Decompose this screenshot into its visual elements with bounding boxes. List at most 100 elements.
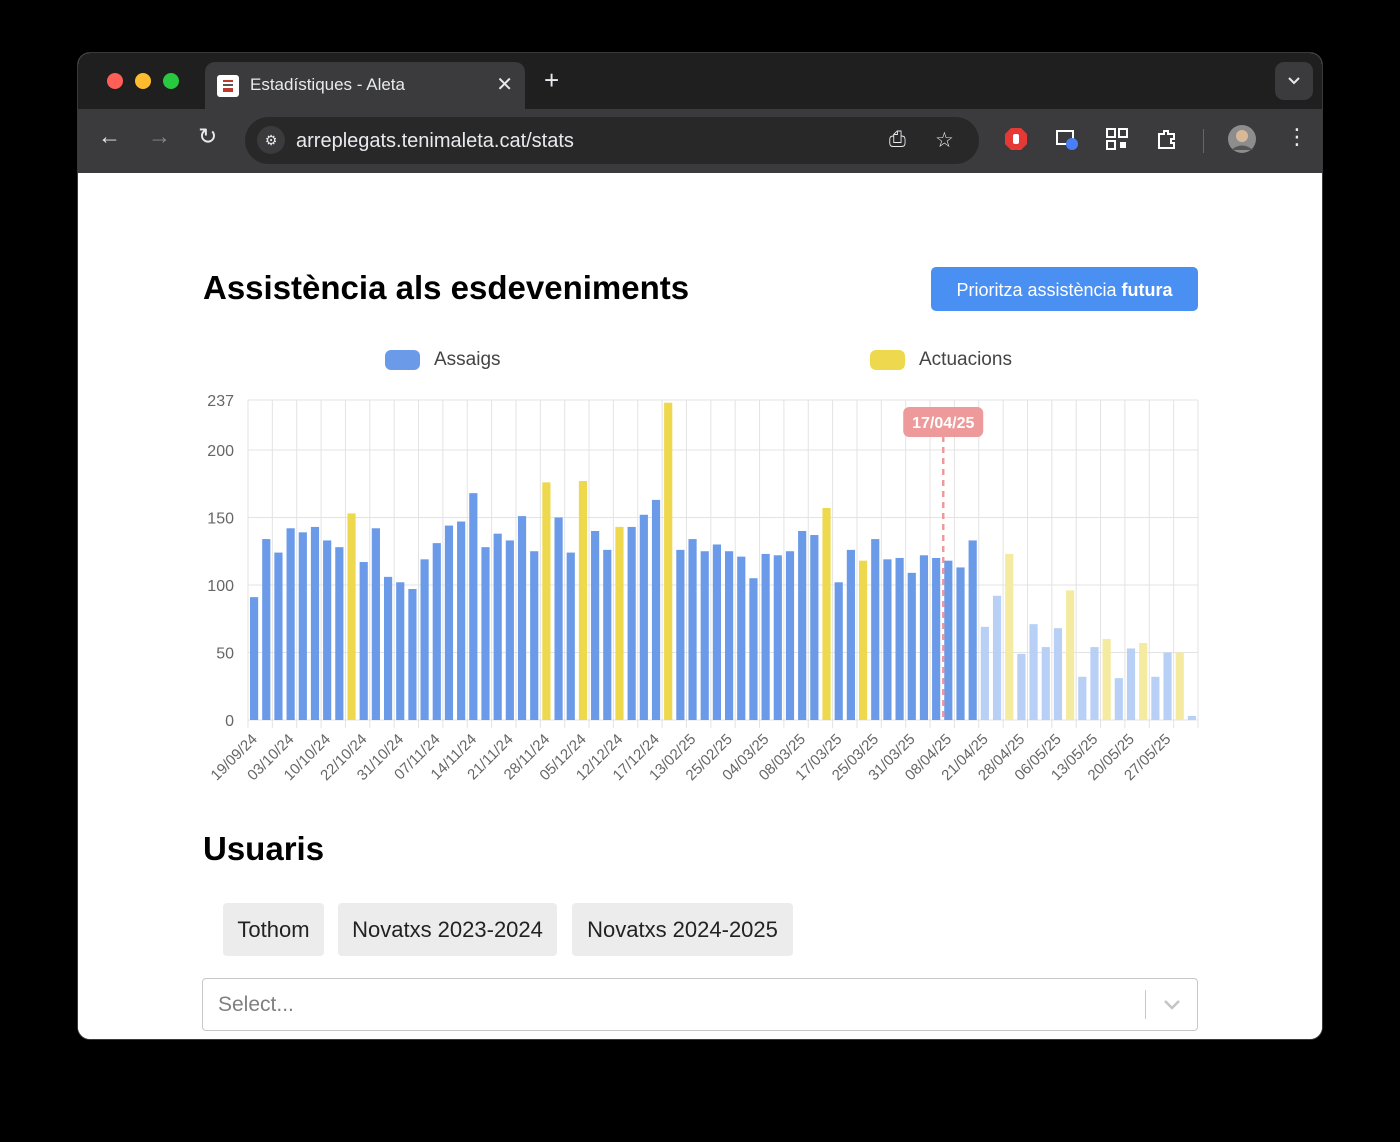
bar-assaig: [956, 567, 965, 720]
bar-assaig: [591, 530, 600, 720]
extensions-puzzle-icon[interactable]: [1155, 127, 1179, 151]
menu-kebab-icon[interactable]: ⋮: [1286, 124, 1308, 150]
bar-assaig: [457, 521, 466, 720]
filter-tothom-button[interactable]: Tothom: [223, 903, 324, 956]
minimize-window-button[interactable]: [135, 73, 151, 89]
bar-assaig: [1126, 648, 1136, 720]
bar-assaig: [335, 547, 344, 720]
filter-novatxs-2024-2025-button[interactable]: Novatxs 2024-2025: [572, 903, 793, 956]
bar-assaig: [1078, 676, 1087, 720]
bar-actuacio: [858, 560, 868, 720]
bar-assaig: [907, 572, 916, 720]
bar-assaig: [310, 526, 320, 720]
user-select[interactable]: Select...: [202, 978, 1198, 1031]
bar-actuacio: [578, 481, 588, 720]
y-tick-label: 50: [216, 645, 234, 662]
y-tick-label: 237: [207, 393, 234, 410]
bar-assaig: [676, 549, 685, 720]
url-text: arreplegats.tenimaleta.cat/stats: [296, 130, 574, 152]
bar-actuacio: [1102, 638, 1111, 720]
chevron-down-icon[interactable]: [1161, 993, 1183, 1015]
site-settings-icon[interactable]: ⚙: [257, 126, 285, 154]
bar-assaig: [1029, 624, 1038, 720]
bar-assaig: [932, 557, 941, 720]
bar-assaig: [919, 555, 929, 720]
bar-actuacio: [822, 508, 831, 720]
bar-assaig: [481, 547, 490, 720]
install-app-icon[interactable]: ⎙: [889, 128, 906, 152]
select-placeholder: Select...: [218, 993, 294, 1016]
bar-assaig: [371, 528, 380, 720]
bar-assaig: [432, 543, 441, 720]
bar-actuacio: [1005, 553, 1014, 720]
bar-assaig: [444, 525, 454, 720]
chevron-down-icon: [1288, 77, 1300, 85]
back-icon[interactable]: ←: [98, 123, 121, 150]
legend-item-assaigs[interactable]: Assaigs: [385, 349, 501, 371]
bar-actuacio: [1066, 590, 1075, 720]
close-tab-icon[interactable]: ✕: [496, 72, 513, 97]
maximize-window-button[interactable]: [163, 73, 179, 89]
bar-assaig: [798, 530, 807, 720]
attendance-chart: 05010015020023719/09/2403/10/2410/10/242…: [207, 393, 1199, 784]
today-marker-label: 17/04/25: [912, 415, 974, 432]
legend-item-actuacions[interactable]: Actuacions: [870, 349, 1012, 371]
bar-assaig: [944, 560, 953, 720]
bar-assaig: [761, 553, 770, 720]
bar-assaig: [1053, 628, 1063, 720]
qr-code-icon[interactable]: [1105, 127, 1129, 151]
bar-actuacio: [347, 513, 356, 720]
profile-avatar[interactable]: [1227, 124, 1257, 154]
bar-actuacio: [542, 482, 551, 720]
bar-assaig: [603, 549, 612, 720]
forward-icon[interactable]: →: [148, 123, 171, 150]
tab-active[interactable]: Estadístiques - Aleta ✕: [205, 62, 525, 109]
bar-assaig: [810, 535, 819, 720]
bar-assaig: [773, 555, 782, 720]
select-separator: [1145, 990, 1146, 1019]
adblock-extension-icon[interactable]: [1004, 127, 1028, 151]
prioritize-button-bold: futura: [1121, 280, 1173, 300]
bar-assaig: [1041, 647, 1050, 720]
bar-assaig: [493, 533, 502, 720]
bar-assaig: [1187, 715, 1196, 720]
bar-assaig: [627, 526, 636, 720]
bar-assaig: [980, 626, 989, 720]
bar-assaig: [262, 539, 271, 720]
bar-assaig: [968, 540, 977, 720]
bar-assaig: [895, 557, 904, 720]
bar-actuacio: [1139, 643, 1148, 720]
bar-assaig: [566, 552, 575, 720]
prioritize-button-label: Prioritza assistència: [956, 280, 1122, 300]
bar-assaig: [834, 582, 843, 720]
bar-assaig: [298, 532, 307, 720]
bar-assaig: [1017, 653, 1026, 720]
tab-search-button[interactable]: [1275, 62, 1313, 100]
bar-assaig: [420, 559, 429, 720]
bar-assaig: [554, 517, 563, 720]
reload-icon[interactable]: ↻: [198, 123, 217, 150]
tab-manager-extension-icon[interactable]: [1055, 127, 1079, 151]
bar-assaig: [274, 552, 283, 720]
bar-assaig: [1163, 652, 1172, 720]
bar-assaig: [1114, 678, 1123, 720]
bar-assaig: [737, 556, 746, 720]
bar-assaig: [359, 562, 368, 720]
y-tick-label: 200: [207, 443, 234, 460]
bar-assaig: [396, 582, 405, 720]
users-heading: Usuaris: [203, 830, 325, 867]
bar-assaig: [639, 514, 648, 720]
legend-label-assaigs: Assaigs: [434, 349, 501, 370]
prioritize-future-button[interactable]: Prioritza assistència futura: [931, 267, 1198, 311]
bar-assaig: [505, 540, 514, 720]
page-title: Assistència als esdeveniments: [203, 269, 690, 306]
address-bar[interactable]: ⚙ arreplegats.tenimaleta.cat/stats ⎙ ☆: [245, 117, 979, 164]
bar-assaig: [323, 540, 332, 720]
filter-novatxs-2023-2024-button[interactable]: Novatxs 2023-2024: [338, 903, 557, 956]
bar-assaig: [530, 551, 539, 720]
bar-assaig: [871, 539, 880, 720]
bookmark-star-icon[interactable]: ☆: [935, 128, 954, 153]
close-window-button[interactable]: [107, 73, 123, 89]
new-tab-icon[interactable]: +: [544, 65, 559, 96]
legend-label-actuacions: Actuacions: [919, 349, 1012, 370]
